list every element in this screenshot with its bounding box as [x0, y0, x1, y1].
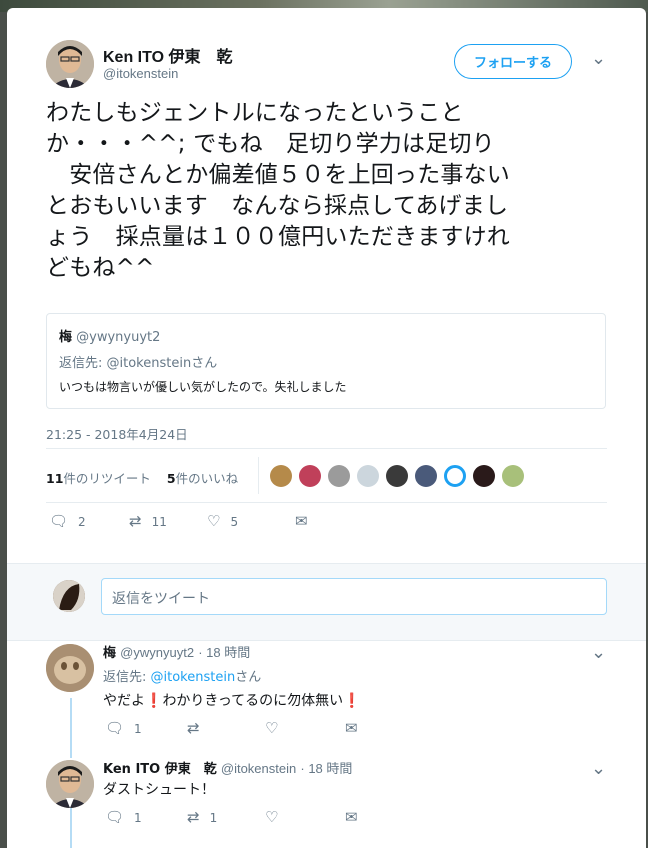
retweet-icon: ⇄: [187, 808, 200, 826]
heart-icon: ♡: [265, 808, 279, 826]
retweets-stat[interactable]: 11件のリツイート: [46, 471, 151, 486]
envelope-icon: ✉: [345, 808, 358, 826]
reply-author-name[interactable]: Ken ITO 伊東 乾: [103, 762, 217, 777]
direct-message-button[interactable]: ✉: [345, 810, 358, 825]
current-user-avatar: [53, 580, 85, 612]
liker-avatar[interactable]: [299, 465, 321, 487]
reply-button[interactable]: 🗨︎ 1: [105, 810, 142, 825]
tweet-text: わたしもジェントルになったということ か・・・^^; でもね 足切り学力は足切り…: [46, 100, 510, 281]
quoted-author: 梅 @ywynyuyt2: [59, 326, 160, 345]
follow-button[interactable]: フォローする: [454, 44, 572, 79]
reply-author-handle[interactable]: @itokenstein: [221, 761, 296, 776]
reply-text: ダストシュート！: [103, 782, 215, 798]
liker-avatar[interactable]: [473, 465, 495, 487]
reply-text: やだよ❗わかりきってるのに勿体無い❗: [103, 693, 361, 709]
reply-header: Ken ITO 伊東 乾 @itokenstein · 18 時間: [103, 758, 352, 777]
reply-author-avatar[interactable]: [46, 760, 94, 808]
tweet-stats: 11件のリツイート 5件のいいね: [46, 468, 238, 487]
likes-stat[interactable]: 5件のいいね: [167, 471, 238, 486]
heart-icon: ♡: [207, 512, 221, 530]
reply-author-avatar[interactable]: [46, 644, 94, 692]
thread-line: [70, 808, 72, 848]
reply-icon: 🗨︎: [105, 719, 125, 737]
liker-avatar[interactable]: [357, 465, 379, 487]
reply-icon: 🗨︎: [105, 808, 125, 826]
reply-input[interactable]: 返信をツイート: [101, 578, 607, 615]
direct-message-button[interactable]: ✉: [345, 721, 358, 736]
direct-message-button[interactable]: ✉: [295, 514, 308, 529]
divider: [46, 502, 607, 503]
quoted-author-handle: @ywynyuyt2: [76, 330, 161, 345]
author-name[interactable]: Ken ITO 伊東 乾: [103, 43, 233, 67]
envelope-icon: ✉: [345, 719, 358, 737]
liker-avatar[interactable]: [444, 465, 466, 487]
reply-actions: 🗨︎ 1 ⇄ 1 ♡ ✉: [105, 810, 385, 830]
thread-line: [70, 698, 72, 758]
exclamation-icon: ❗: [145, 693, 163, 709]
reply-author-handle[interactable]: @ywynyuyt2: [120, 645, 194, 660]
tweet-timestamp[interactable]: 21:25 - 2018年4月24日: [46, 424, 188, 443]
envelope-icon: ✉: [295, 512, 308, 530]
liker-avatar[interactable]: [415, 465, 437, 487]
like-button[interactable]: ♡ 5: [207, 514, 238, 529]
reply-time[interactable]: · 18 時間: [198, 645, 250, 660]
quoted-author-name: 梅: [59, 330, 73, 345]
retweet-icon: ⇄: [129, 512, 142, 530]
like-button[interactable]: ♡: [265, 810, 278, 825]
stats-divider: [258, 457, 259, 494]
reply-actions: 🗨︎ 1 ⇄ ♡ ✉: [105, 721, 385, 741]
retweet-button[interactable]: ⇄ 11: [129, 514, 167, 529]
reply-header: 梅 @ywynyuyt2 · 18 時間: [103, 642, 250, 661]
reply-to-link[interactable]: @itokenstein: [151, 670, 236, 685]
reply-button[interactable]: 🗨︎ 2: [49, 514, 86, 529]
liker-avatar[interactable]: [328, 465, 350, 487]
reply-author-name[interactable]: 梅: [103, 646, 116, 661]
chevron-down-icon[interactable]: ⌄: [591, 642, 606, 663]
reply-button[interactable]: 🗨︎ 1: [105, 721, 142, 736]
retweet-button[interactable]: ⇄: [187, 721, 200, 736]
reply-time[interactable]: · 18 時間: [300, 761, 352, 776]
quoted-reply-to: 返信先: @itokensteinさん: [59, 356, 218, 371]
retweet-icon: ⇄: [187, 719, 200, 737]
divider: [46, 448, 607, 449]
tweet-card: Ken ITO 伊東 乾 @itokenstein フォローする ⌄ わたしもジ…: [7, 8, 646, 848]
quoted-tweet[interactable]: 梅 @ywynyuyt2 返信先: @itokensteinさん いつもは物言い…: [46, 313, 606, 409]
liker-avatar[interactable]: [502, 465, 524, 487]
author-handle[interactable]: @itokenstein: [103, 66, 178, 81]
chevron-down-icon[interactable]: ⌄: [591, 758, 606, 779]
chevron-down-icon[interactable]: ⌄: [591, 48, 606, 69]
liker-avatar[interactable]: [270, 465, 292, 487]
author-avatar[interactable]: [46, 40, 94, 88]
like-button[interactable]: ♡: [265, 721, 278, 736]
reply-to-line: 返信先: @itokensteinさん: [103, 670, 262, 685]
tweet-actions: 🗨︎ 2 ⇄ 11 ♡ 5 ✉: [49, 514, 349, 534]
quoted-text: いつもは物言いが優しい気がしたので。失礼しました: [59, 380, 347, 394]
exclamation-icon: ❗: [343, 693, 361, 709]
liker-avatar[interactable]: [386, 465, 408, 487]
reply-icon: 🗨︎: [49, 512, 69, 530]
heart-icon: ♡: [265, 719, 279, 737]
retweet-button[interactable]: ⇄ 1: [187, 810, 217, 825]
